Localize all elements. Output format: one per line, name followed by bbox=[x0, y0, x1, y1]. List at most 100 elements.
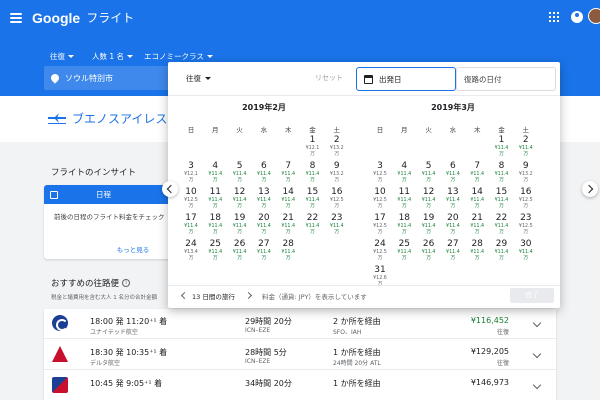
calendar-day[interactable]: 27 ¥11.4 万 bbox=[252, 239, 276, 265]
calendar-day[interactable]: 8 ¥11.4 万 bbox=[301, 161, 325, 187]
day-number: 12 bbox=[233, 187, 246, 197]
insight-card[interactable]: 日程 前後の日程のフライト料金をチェック もっと見る bbox=[44, 185, 179, 259]
calendar-day[interactable]: 26 ¥11.4 万 bbox=[228, 239, 252, 265]
calendar-day[interactable]: 4 ¥11.4 万 bbox=[392, 161, 416, 187]
calendar-day[interactable]: 2 ¥11.4 万 bbox=[514, 135, 538, 161]
day-price-unit: 万 bbox=[188, 203, 194, 209]
calendar-day[interactable]: 29 ¥11.4 万 bbox=[490, 239, 514, 265]
google-logo[interactable]: Google bbox=[32, 10, 80, 26]
day-price-unit: 万 bbox=[523, 203, 529, 209]
calendar-day[interactable]: 25 ¥11.4 万 bbox=[392, 239, 416, 265]
trip-type-select[interactable]: 往復 bbox=[50, 51, 74, 62]
divider bbox=[168, 95, 560, 96]
calendar-day[interactable]: 7 ¥11.4 万 bbox=[465, 161, 489, 187]
cabin-select[interactable]: エコノミークラス bbox=[144, 51, 213, 62]
calendar-day[interactable]: 5 ¥11.4 万 bbox=[228, 161, 252, 187]
calendar-day[interactable]: 21 ¥11.4 万 bbox=[276, 213, 300, 239]
day-price-unit: 万 bbox=[523, 255, 529, 261]
calendar-day[interactable]: 3 ¥12.1 万 bbox=[179, 161, 203, 187]
avatar[interactable] bbox=[588, 8, 600, 24]
calendar-day[interactable]: 18 ¥11.4 万 bbox=[203, 213, 227, 239]
flight-row[interactable]: 18:30 発 10:35⁺¹ 着 デルタ航空 28時間 5分 ICN–EZE … bbox=[44, 340, 556, 370]
calendar-day[interactable]: 23 ¥12.5 万 bbox=[514, 213, 538, 239]
calendar-day[interactable]: 21 ¥11.4 万 bbox=[465, 213, 489, 239]
calendar-day[interactable]: 24 ¥12.5 万 bbox=[368, 239, 392, 265]
calendar-day[interactable]: 24 ¥13.4 万 bbox=[179, 239, 203, 265]
calendar-day[interactable]: 27 ¥11.4 万 bbox=[441, 239, 465, 265]
calendar-day[interactable]: 22 ¥11.4 万 bbox=[490, 213, 514, 239]
calendar-day[interactable]: 18 ¥11.4 万 bbox=[392, 213, 416, 239]
calendar-day[interactable]: 15 ¥11.4 万 bbox=[301, 187, 325, 213]
calendar-day[interactable]: 19 ¥11.4 万 bbox=[417, 213, 441, 239]
origin-field[interactable]: ソウル特別市 bbox=[44, 66, 174, 90]
origin-text: ソウル特別市 bbox=[65, 73, 113, 83]
calendar-day[interactable]: 1 ¥12.1 万 bbox=[301, 135, 325, 161]
product-name[interactable]: フライト bbox=[86, 9, 134, 26]
done-button[interactable]: 完了 bbox=[510, 288, 554, 303]
passengers-select[interactable]: 人数 1 名 bbox=[92, 51, 134, 62]
calendar-day[interactable]: 8 ¥11.4 万 bbox=[490, 161, 514, 187]
calendar-day[interactable]: 15 ¥11.4 万 bbox=[490, 187, 514, 213]
calendar-day[interactable]: 2 ¥13.2 万 bbox=[325, 135, 349, 161]
info-icon[interactable]: i bbox=[122, 279, 131, 287]
calendar-day[interactable]: 3 ¥12.5 万 bbox=[368, 161, 392, 187]
menu-icon[interactable] bbox=[10, 12, 22, 23]
picker-trip-type-select[interactable]: 往復 bbox=[186, 73, 211, 84]
calendar-day[interactable]: 26 ¥11.4 万 bbox=[417, 239, 441, 265]
next-month-arrow-icon[interactable] bbox=[582, 181, 598, 197]
chevron-down-icon[interactable] bbox=[532, 349, 542, 359]
day-price-unit: 万 bbox=[188, 255, 194, 261]
calendar-day[interactable]: 10 ¥12.5 万 bbox=[179, 187, 203, 213]
see-more-link[interactable]: もっと見る bbox=[88, 244, 178, 254]
calendar-day[interactable]: 6 ¥11.4 万 bbox=[252, 161, 276, 187]
day-price-unit: 万 bbox=[310, 177, 315, 183]
chevron-down-icon[interactable] bbox=[532, 318, 542, 328]
calendar-day[interactable]: 9 ¥13.2 万 bbox=[514, 161, 538, 187]
calendar-day[interactable]: 12 ¥11.4 万 bbox=[228, 187, 252, 213]
calendar-day[interactable]: 28 ¥11.4 万 bbox=[465, 239, 489, 265]
calendar-day[interactable]: 25 ¥11.4 万 bbox=[203, 239, 227, 265]
day-number: 10 bbox=[185, 187, 197, 197]
chevron-left-icon[interactable] bbox=[180, 291, 189, 300]
calendar-day[interactable]: 19 ¥11.4 万 bbox=[228, 213, 252, 239]
dropdown-caret-icon bbox=[205, 77, 211, 80]
calendar-day[interactable]: 11 ¥11.4 万 bbox=[392, 187, 416, 213]
calendar-day[interactable]: 31 ¥12.6 万 bbox=[368, 265, 392, 291]
calendar-day[interactable]: 4 ¥11.4 万 bbox=[203, 161, 227, 187]
chevron-right-icon[interactable] bbox=[244, 291, 253, 300]
flight-duration: 29時間 20分 bbox=[245, 317, 292, 326]
reset-button[interactable]: リセット bbox=[315, 73, 343, 83]
flight-row[interactable]: 10:45 発 9:05⁺¹ 着 34時間 20分 1 か所を経由 ¥146,9… bbox=[44, 371, 556, 400]
previous-month-arrow-icon[interactable] bbox=[162, 181, 178, 197]
day-number: 4 bbox=[401, 161, 408, 171]
calendar-day[interactable]: 14 ¥11.4 万 bbox=[276, 187, 300, 213]
calendar-day[interactable]: 16 ¥12.5 万 bbox=[514, 187, 538, 213]
airline-logo-icon bbox=[52, 377, 68, 393]
calendar-day[interactable]: 13 ¥11.4 万 bbox=[441, 187, 465, 213]
calendar-day[interactable]: 9 ¥13.2 万 bbox=[325, 161, 349, 187]
return-date-field[interactable]: 復路の日付 bbox=[456, 67, 556, 91]
calendar-day[interactable]: 20 ¥11.4 万 bbox=[441, 213, 465, 239]
account-icon[interactable] bbox=[571, 11, 583, 23]
calendar-day[interactable]: 28 ¥11.4 万 bbox=[276, 239, 300, 265]
depart-date-field[interactable]: 出発日 bbox=[356, 67, 456, 91]
calendar-day[interactable]: 1 ¥11.4 万 bbox=[490, 135, 514, 161]
calendar-day[interactable]: 13 ¥11.4 万 bbox=[252, 187, 276, 213]
calendar-day[interactable]: 5 ¥11.4 万 bbox=[417, 161, 441, 187]
calendar-day[interactable]: 17 ¥11.4 万 bbox=[179, 213, 203, 239]
flight-row[interactable]: 18:00 発 11:20⁺¹ 着 ユナイテッド航空 29時間 20分 ICN–… bbox=[44, 309, 556, 339]
calendar-day[interactable]: 30 ¥11.4 万 bbox=[514, 239, 538, 265]
chevron-down-icon[interactable] bbox=[532, 380, 542, 390]
calendar-day[interactable]: 7 ¥11.4 万 bbox=[276, 161, 300, 187]
calendar-day[interactable]: 22 ¥11.4 万 bbox=[301, 213, 325, 239]
calendar-day[interactable]: 17 ¥12.5 万 bbox=[368, 213, 392, 239]
calendar-day[interactable]: 11 ¥11.4 万 bbox=[203, 187, 227, 213]
calendar-day[interactable]: 16 ¥12.5 万 bbox=[325, 187, 349, 213]
calendar-day[interactable]: 6 ¥11.4 万 bbox=[441, 161, 465, 187]
calendar-day[interactable]: 14 ¥11.4 万 bbox=[465, 187, 489, 213]
calendar-day[interactable]: 23 ¥11.4 万 bbox=[325, 213, 349, 239]
calendar-day[interactable]: 20 ¥11.4 万 bbox=[252, 213, 276, 239]
calendar-day[interactable]: 12 ¥11.4 万 bbox=[417, 187, 441, 213]
apps-grid-icon[interactable] bbox=[549, 12, 559, 22]
calendar-day[interactable]: 10 ¥12.5 万 bbox=[368, 187, 392, 213]
